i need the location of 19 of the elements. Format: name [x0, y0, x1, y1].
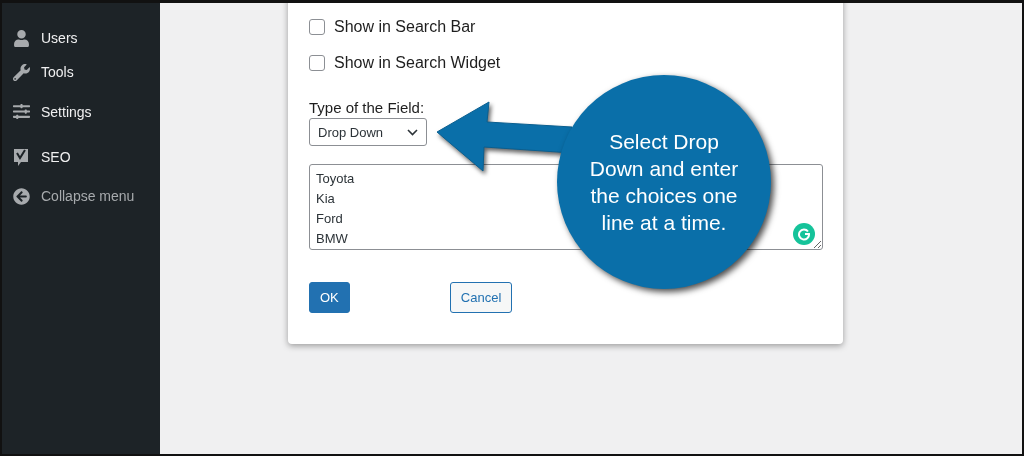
checkbox-label: Show in Search Bar — [334, 18, 476, 36]
menu-item[interactable]: SEO — [41, 148, 71, 165]
checkbox-label: Show in Search Widget — [334, 54, 501, 72]
menu-item[interactable]: Settings — [41, 103, 92, 120]
user-icon — [12, 29, 30, 47]
collapse-icon — [12, 187, 30, 205]
menu-item[interactable]: Collapse menu — [41, 188, 135, 204]
chevron-icon — [407, 128, 418, 136]
cancel-button[interactable]: Cancel — [449, 282, 513, 313]
sliders-icon — [12, 103, 30, 120]
menu-item[interactable]: Users — [41, 30, 78, 46]
wrench-icon — [12, 63, 30, 81]
checkbox[interactable] — [309, 55, 325, 71]
seo-icon — [12, 146, 30, 167]
ok-button[interactable]: OK — [309, 282, 350, 313]
checkbox[interactable] — [309, 19, 325, 35]
menu-item[interactable]: Tools — [41, 64, 74, 80]
field-label: Type of the Field: — [309, 99, 425, 116]
field-type-select[interactable]: Drop Down — [309, 118, 427, 146]
